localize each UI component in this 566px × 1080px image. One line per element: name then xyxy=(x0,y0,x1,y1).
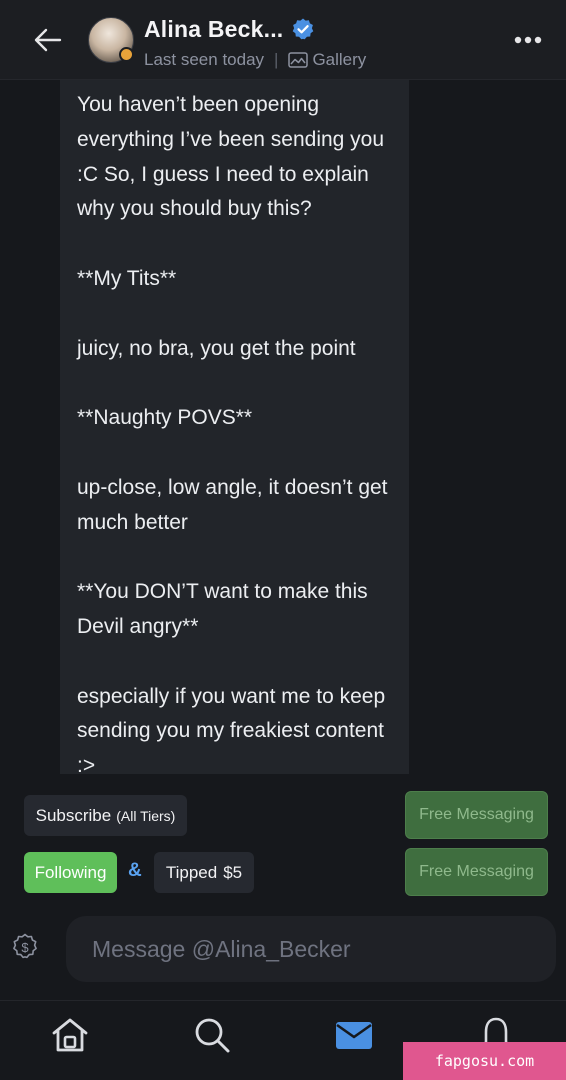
contact-subtitle: Last seen today | Gallery xyxy=(144,50,366,70)
gallery-icon xyxy=(288,52,309,68)
tipped-amount: $5 xyxy=(223,862,243,882)
home-icon[interactable] xyxy=(50,1015,90,1055)
more-options-icon[interactable] xyxy=(512,28,544,52)
last-seen-status: Last seen today xyxy=(144,50,265,69)
message-composer[interactable] xyxy=(66,916,556,982)
search-icon[interactable] xyxy=(192,1015,232,1055)
verified-badge-icon xyxy=(293,18,314,40)
contact-name: Alina Beck... xyxy=(144,15,284,42)
subscribe-button[interactable]: Subscribe (All Tiers) xyxy=(24,795,187,836)
watermark: fapgosu.com xyxy=(403,1042,566,1080)
avatar[interactable] xyxy=(88,17,134,63)
chat-screen: Alina Beck... Last seen today | Gallery xyxy=(0,0,566,1080)
messages-icon[interactable] xyxy=(334,1015,374,1055)
tipped-badge: Tipped $5 xyxy=(154,852,254,893)
subscribe-label: Subscribe xyxy=(35,805,112,825)
message-text: You haven’t been opening everything I’ve… xyxy=(77,93,388,774)
subscribe-tiers: (All Tiers) xyxy=(116,807,176,824)
tip-dollar-icon[interactable]: $ xyxy=(10,931,40,961)
subtitle-separator: | xyxy=(274,50,279,69)
gallery-link[interactable]: Gallery xyxy=(288,50,366,70)
free-messaging-label: Free Messaging xyxy=(419,806,534,823)
free-messaging-button[interactable]: Free Messaging xyxy=(405,791,548,839)
chat-header: Alina Beck... Last seen today | Gallery xyxy=(0,0,566,80)
svg-text:$: $ xyxy=(21,940,29,955)
tipped-label: Tipped xyxy=(165,862,218,882)
gallery-label: Gallery xyxy=(312,50,367,69)
message-bubble: You haven’t been opening everything I’ve… xyxy=(60,80,409,774)
free-messaging-label: Free Messaging xyxy=(419,863,534,880)
back-arrow-icon[interactable] xyxy=(30,22,66,58)
following-label: Following xyxy=(34,862,107,882)
free-messaging-button[interactable]: Free Messaging xyxy=(405,848,548,896)
presence-dot xyxy=(119,47,134,62)
name-row[interactable]: Alina Beck... xyxy=(144,14,315,44)
message-input[interactable] xyxy=(90,934,534,964)
ampersand: & xyxy=(128,860,142,881)
following-button[interactable]: Following xyxy=(24,852,117,893)
